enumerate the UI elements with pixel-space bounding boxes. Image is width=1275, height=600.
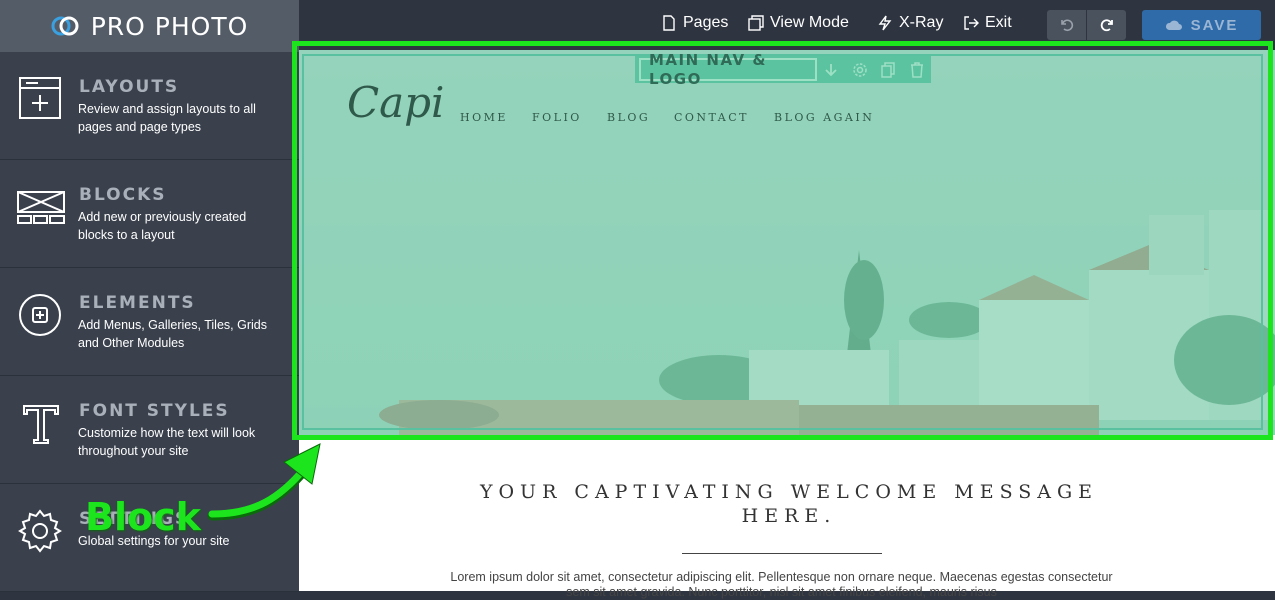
undo-redo-group — [1047, 10, 1126, 40]
copy-icon — [881, 61, 895, 78]
sidebar-item-desc: Add Menus, Galleries, Tiles, Grids and O… — [78, 318, 267, 350]
sidebar-item-blocks[interactable]: BLOCKS Add new or previously created blo… — [0, 160, 299, 268]
annotation-label: Block — [85, 495, 201, 539]
site-nav-folio[interactable]: FOLIO — [532, 111, 582, 124]
pages-label: Pages — [683, 14, 729, 31]
sidebar-item-desc: Add new or previously created blocks to … — [78, 210, 247, 242]
view-mode-button[interactable]: View Mode — [748, 14, 849, 32]
xray-label: X-Ray — [899, 14, 944, 31]
sidebar-item-title: BLOCKS — [79, 185, 167, 205]
lorem-paragraph: Lorem ipsum dolor sit amet, consectetur … — [450, 570, 1113, 599]
lightning-icon — [878, 15, 892, 31]
sidebar-item-desc: Review and assign layouts to all pages a… — [78, 102, 256, 134]
exit-button[interactable]: Exit — [963, 14, 1012, 32]
exit-icon — [964, 16, 979, 30]
site-nav-blog-again[interactable]: BLOG AGAIN — [774, 111, 874, 124]
copy-block-button[interactable] — [874, 56, 902, 83]
sidebar-item-title: ELEMENTS — [79, 293, 196, 313]
sidebar-item-title: LAYOUTS — [79, 77, 180, 97]
sidebar-item-title: FONT STYLES — [79, 401, 230, 421]
divider-line — [682, 553, 882, 554]
plus-circle-icon — [19, 294, 61, 336]
gear-icon — [853, 62, 867, 77]
gear-icon — [18, 509, 62, 553]
site-logo[interactable]: Capi — [347, 78, 445, 127]
hero-block[interactable]: Capi HOME FOLIO BLOG CONTACT BLOG AGAIN … — [299, 50, 1275, 435]
brand-name: PRO PHOTO — [90, 11, 249, 41]
save-button[interactable]: SAVE — [1142, 10, 1261, 40]
undo-button[interactable] — [1047, 10, 1086, 40]
move-down-icon — [825, 63, 837, 76]
sidebar-item-layouts[interactable]: LAYOUTS Review and assign layouts to all… — [0, 52, 299, 160]
blocks-icon — [17, 191, 65, 224]
annotation-arrow-icon — [207, 443, 321, 521]
delete-block-button[interactable] — [903, 56, 931, 83]
block-highlight-overlay — [299, 50, 1275, 435]
font-t-icon — [23, 405, 59, 444]
view-mode-label: View Mode — [770, 14, 849, 31]
pages-button[interactable]: Pages — [661, 14, 728, 32]
layout-add-icon — [19, 77, 61, 119]
block-name-label: MAIN NAV & LOGO — [639, 51, 818, 88]
page-icon — [663, 15, 675, 31]
page-canvas: Capi HOME FOLIO BLOG CONTACT BLOG AGAIN … — [292, 41, 1275, 599]
move-down-button[interactable] — [817, 56, 845, 83]
xray-button[interactable]: X-Ray — [877, 14, 943, 32]
save-label: SAVE — [1190, 16, 1239, 34]
site-nav-contact[interactable]: CONTACT — [674, 111, 749, 124]
pro-photo-logo-icon — [51, 16, 79, 36]
site-nav-blog[interactable]: BLOG — [607, 111, 650, 124]
window-icon — [748, 15, 764, 31]
cloud-icon — [1165, 20, 1182, 30]
block-toolbar: MAIN NAV & LOGO — [635, 51, 931, 88]
site-nav-home[interactable]: HOME — [460, 111, 508, 124]
welcome-heading: YOUR CAPTIVATING WELCOME MESSAGE HERE. — [479, 481, 1099, 527]
brand-logo-bar: PRO PHOTO — [0, 0, 299, 52]
undo-icon — [1060, 19, 1073, 32]
exit-label: Exit — [985, 14, 1012, 31]
redo-button[interactable] — [1087, 10, 1126, 40]
redo-icon — [1100, 19, 1113, 32]
sidebar-item-elements[interactable]: ELEMENTS Add Menus, Galleries, Tiles, Gr… — [0, 268, 299, 376]
trash-icon — [910, 61, 923, 78]
block-settings-button[interactable] — [846, 56, 874, 83]
